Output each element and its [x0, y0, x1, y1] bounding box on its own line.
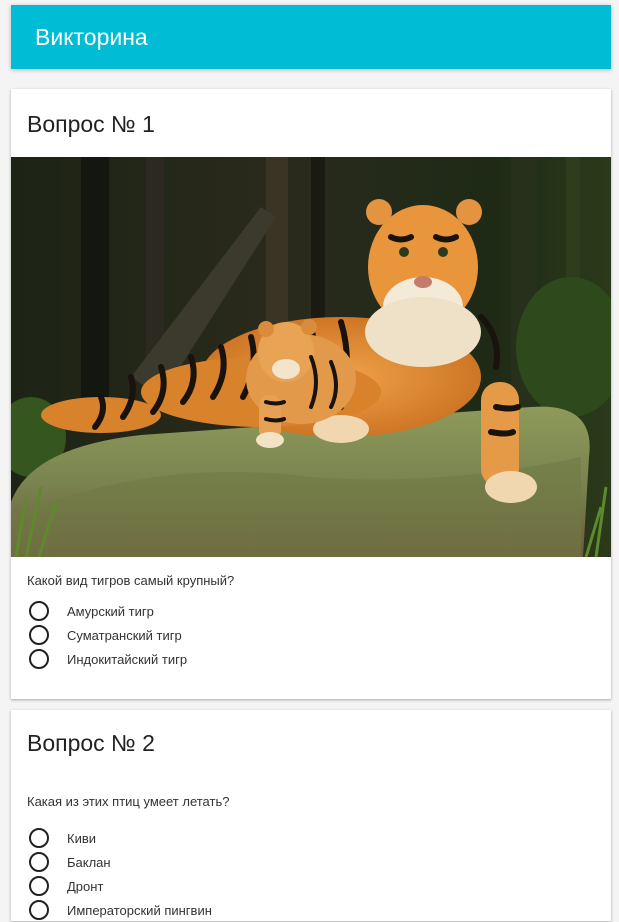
app-bar: Викторина: [11, 5, 611, 69]
answer-label: Амурский тигр: [67, 603, 154, 619]
question-card-2: Вопрос № 2 Какая из этих птиц умеет лета…: [11, 710, 611, 921]
question-text: Какая из этих птиц умеет летать?: [27, 794, 230, 809]
answer-option[interactable]: Индокитайский тигр: [29, 647, 611, 671]
radio-button[interactable]: [29, 852, 49, 872]
answer-label: Императорский пингвин: [67, 902, 212, 918]
answer-label: Индокитайский тигр: [67, 651, 188, 667]
radio-button[interactable]: [29, 649, 49, 669]
answer-label: Дронт: [67, 878, 104, 894]
answer-label: Баклан: [67, 854, 111, 870]
answer-option[interactable]: Императорский пингвин: [29, 898, 611, 922]
question-image: [11, 157, 611, 557]
answer-option[interactable]: Баклан: [29, 850, 611, 874]
radio-button[interactable]: [29, 601, 49, 621]
radio-button[interactable]: [29, 876, 49, 896]
answer-options: Киви Баклан Дронт Императорский пингвин: [11, 826, 611, 922]
question-heading: Вопрос № 2: [27, 730, 155, 756]
radio-button[interactable]: [29, 900, 49, 920]
question-heading: Вопрос № 1: [27, 111, 155, 137]
answer-label: Суматранский тигр: [67, 627, 182, 643]
question-card-1: Вопрос № 1 Какой вид тигров самый крупны…: [11, 89, 611, 699]
answer-option[interactable]: Амурский тигр: [29, 599, 611, 623]
question-text: Какой вид тигров самый крупный?: [27, 573, 235, 588]
answer-label: Киви: [67, 830, 97, 846]
answer-option[interactable]: Дронт: [29, 874, 611, 898]
answer-option[interactable]: Киви: [29, 826, 611, 850]
radio-button[interactable]: [29, 828, 49, 848]
app-title: Викторина: [35, 23, 148, 50]
answer-options: Амурский тигр Суматранский тигр Индокита…: [11, 599, 611, 671]
tiger-with-cub-photo: [11, 157, 611, 557]
radio-button[interactable]: [29, 625, 49, 645]
answer-option[interactable]: Суматранский тигр: [29, 623, 611, 647]
